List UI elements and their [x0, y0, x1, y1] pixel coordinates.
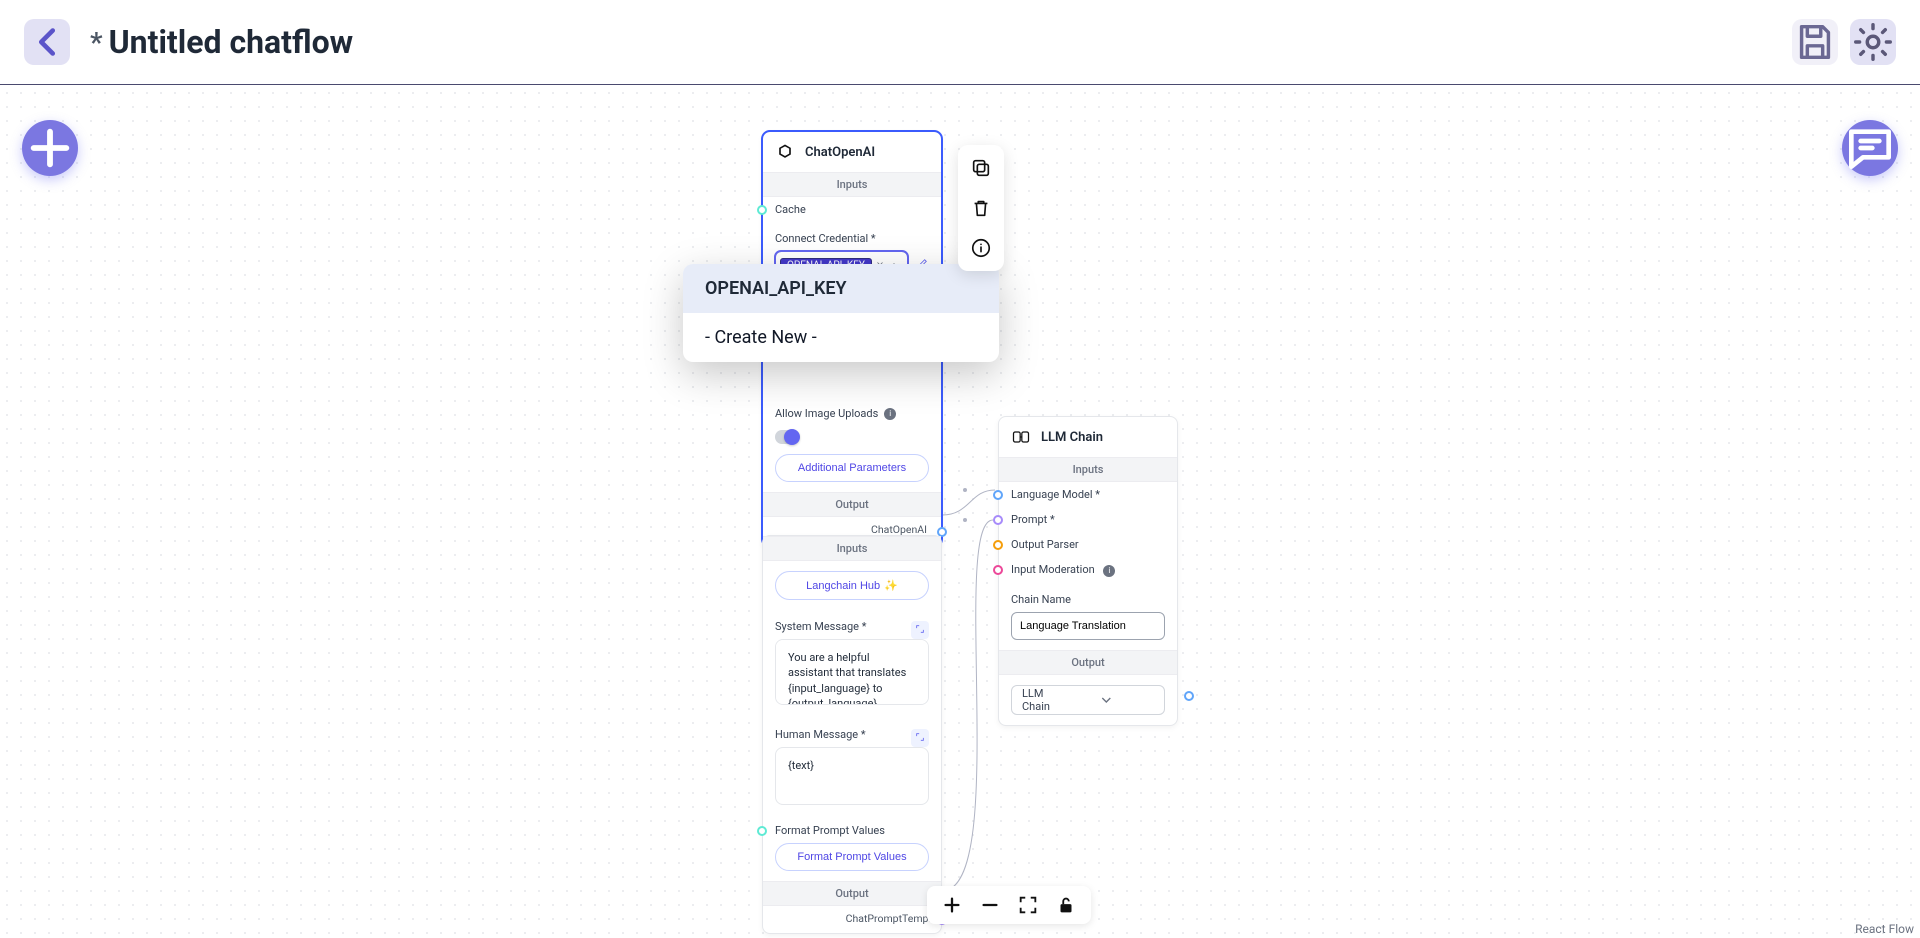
human-message-label: Human Message *: [775, 728, 866, 741]
modified-indicator: *: [90, 26, 103, 59]
save-icon: [1792, 19, 1838, 65]
additional-parameters-button[interactable]: Additional Parameters: [775, 454, 929, 482]
llm-icon: [1011, 427, 1031, 447]
node-context-toolbar: [958, 145, 1004, 271]
canvas[interactable]: ChatOpenAI Inputs Cache Connect Credenti…: [0, 86, 1920, 938]
fit-view-button[interactable]: [1017, 894, 1039, 916]
input-moderation-port: Input Moderation i: [999, 557, 1177, 583]
format-prompt-button[interactable]: Format Prompt Values: [775, 843, 929, 871]
system-message-input[interactable]: [775, 639, 929, 705]
expand-human-message-button[interactable]: [911, 729, 929, 747]
allow-image-label: Allow Image Uploads i: [775, 407, 929, 420]
inputs-section-label: Inputs: [999, 457, 1177, 482]
output-section-label: Output: [763, 881, 941, 906]
title-wrap: * Untitled chatflow: [90, 23, 353, 61]
info-node-button[interactable]: [970, 237, 992, 259]
cache-port: Cache: [763, 197, 941, 222]
attribution: React Flow: [1855, 922, 1914, 936]
chatflow-title: Untitled chatflow: [109, 23, 354, 61]
system-message-label: System Message *: [775, 620, 866, 633]
dropdown-item-create-new[interactable]: - Create New -: [683, 313, 999, 362]
inputs-section-label: Inputs: [763, 172, 941, 197]
node-title: ChatOpenAI: [805, 145, 875, 160]
info-icon[interactable]: i: [1103, 565, 1115, 577]
openai-icon: [775, 142, 795, 162]
chain-name-label: Chain Name: [1011, 593, 1165, 606]
output-select[interactable]: LLM Chain: [1011, 685, 1165, 715]
chevron-left-icon: [24, 19, 70, 65]
inputs-section-label: Inputs: [763, 536, 941, 561]
credential-dropdown[interactable]: OPENAI_API_KEY - Create New -: [683, 264, 999, 362]
add-node-button[interactable]: [22, 120, 78, 176]
node-title: LLM Chain: [1041, 430, 1103, 445]
dropdown-item-existing[interactable]: OPENAI_API_KEY: [683, 264, 999, 313]
plus-icon: [22, 120, 78, 176]
settings-button[interactable]: [1850, 19, 1896, 65]
langchain-hub-button[interactable]: Langchain Hub✨: [775, 571, 929, 600]
output-section-label: Output: [999, 650, 1177, 675]
node-header[interactable]: LLM Chain: [999, 417, 1177, 457]
copy-node-button[interactable]: [970, 157, 992, 179]
gear-icon: [1850, 19, 1896, 65]
format-prompt-port: Format Prompt Values: [763, 818, 941, 843]
chat-button[interactable]: [1842, 120, 1898, 176]
chain-name-input[interactable]: [1011, 612, 1165, 640]
zoom-out-button[interactable]: [979, 894, 1001, 916]
lock-button[interactable]: [1055, 894, 1077, 916]
language-model-port: Language Model *: [999, 482, 1177, 507]
output-section-label: Output: [763, 492, 941, 517]
output-parser-port: Output Parser: [999, 532, 1177, 557]
wand-icon: ✨: [884, 580, 898, 592]
expand-system-message-button[interactable]: [911, 621, 929, 639]
save-button[interactable]: [1792, 19, 1838, 65]
output-port: ChatPromptTempl: [763, 906, 941, 933]
credential-label: Connect Credential *: [775, 232, 929, 245]
allow-image-toggle[interactable]: [775, 430, 799, 444]
zoom-controls: [927, 886, 1091, 924]
back-button[interactable]: [24, 19, 70, 65]
human-message-input[interactable]: [775, 747, 929, 805]
chat-icon: [1842, 120, 1898, 176]
node-chat-prompt-template[interactable]: Inputs Langchain Hub✨ System Message * H…: [762, 535, 942, 934]
node-header[interactable]: ChatOpenAI: [763, 132, 941, 172]
header: * Untitled chatflow: [0, 0, 1920, 85]
prompt-port: Prompt *: [999, 507, 1177, 532]
delete-node-button[interactable]: [970, 197, 992, 219]
zoom-in-button[interactable]: [941, 894, 963, 916]
node-llm-chain[interactable]: LLM Chain Inputs Language Model * Prompt…: [998, 416, 1178, 726]
chevron-down-icon: [1059, 692, 1154, 708]
info-icon[interactable]: i: [884, 408, 896, 420]
